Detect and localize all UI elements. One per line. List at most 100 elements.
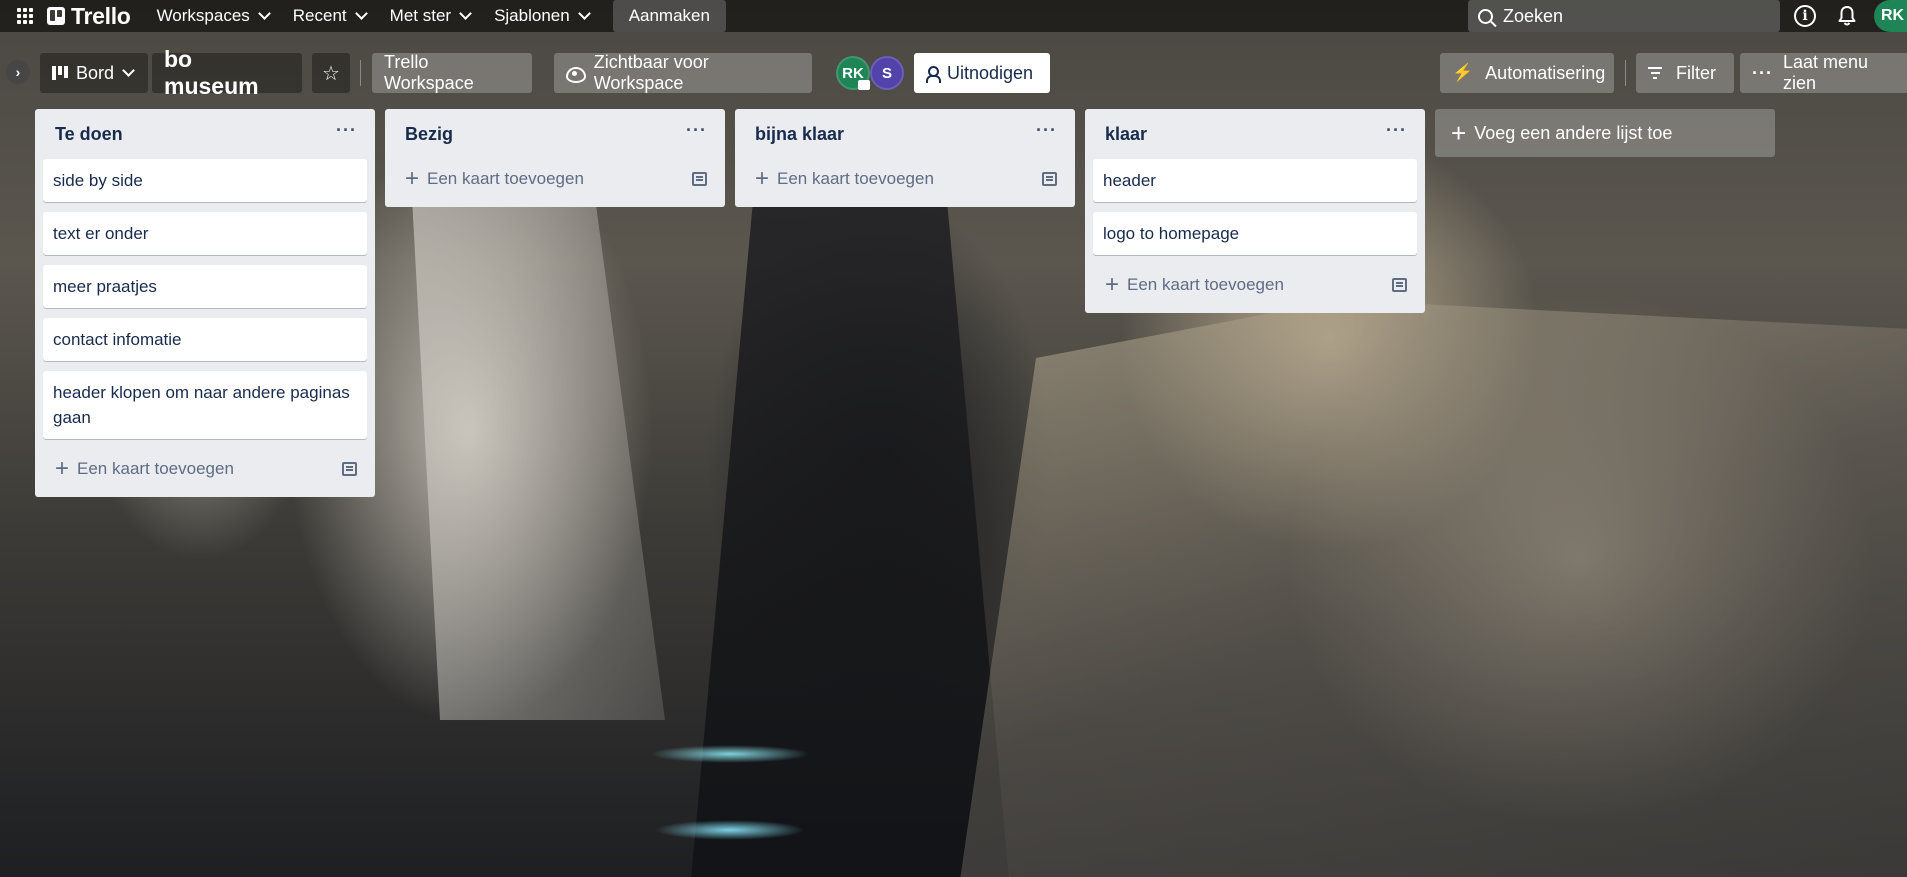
nav-starred-label: Met ster [389, 6, 452, 25]
board-title: bo museum [164, 46, 259, 99]
visibility-icon [566, 66, 586, 83]
list-header[interactable]: Te doen ··· [43, 109, 367, 159]
add-card-button[interactable]: + Een kaart toevoegen [1105, 273, 1284, 297]
filter-button[interactable]: Filter [1636, 53, 1734, 93]
add-card-button[interactable]: + Een kaart toevoegen [55, 457, 234, 481]
search-box[interactable] [1468, 0, 1780, 32]
search-input[interactable] [1503, 5, 1763, 27]
chevron-down-icon [459, 7, 472, 20]
chevron-down-icon [577, 7, 591, 20]
board-title-button[interactable]: bo museum [152, 46, 302, 99]
add-card-row: + Een kaart toevoegen [1093, 265, 1417, 305]
add-card-row: + Een kaart toevoegen [393, 159, 717, 199]
add-card-button[interactable]: + Een kaart toevoegen [755, 167, 934, 191]
plus-icon: + [755, 165, 770, 192]
add-card-button[interactable]: + Een kaart toevoegen [405, 167, 584, 191]
header-separator [360, 60, 361, 86]
list-actions-icon[interactable]: ··· [336, 120, 357, 141]
lightning-icon: ⚡ [1452, 63, 1474, 82]
filter-icon [1648, 67, 1662, 79]
nav-templates-menu[interactable]: Sjablonen [482, 0, 601, 32]
chevron-down-icon [354, 7, 368, 20]
chevron-down-icon [122, 64, 135, 77]
chevron-down-icon [257, 7, 271, 20]
member-avatar-s[interactable]: S [870, 56, 904, 90]
star-icon: ☆ [322, 62, 340, 85]
nav-starred-menu[interactable]: Met ster [378, 0, 482, 32]
account-avatar[interactable]: RK [1874, 0, 1907, 32]
card[interactable]: text er onder [43, 212, 367, 255]
card[interactable]: logo to homepage [1093, 212, 1417, 255]
add-card-row: + Een kaart toevoegen [743, 159, 1067, 199]
more-dots-icon: ··· [1752, 62, 1773, 83]
search-icon [1478, 8, 1493, 24]
add-card-label: Een kaart toevoegen [1127, 275, 1284, 294]
add-list-button[interactable]: + Voeg een andere lijst toe [1435, 109, 1775, 157]
list-actions-icon[interactable]: ··· [1386, 120, 1407, 141]
add-card-row: + Een kaart toevoegen [43, 449, 367, 489]
nav-workspaces-menu[interactable]: Workspaces [145, 0, 281, 32]
board-header: › Bord bo museum ☆ Trello Workspace Zich… [0, 46, 1907, 99]
star-board-button[interactable]: ☆ [312, 53, 350, 93]
list-header[interactable]: klaar ··· [1093, 109, 1417, 159]
nav-workspaces-label: Workspaces [156, 6, 250, 25]
create-from-template-icon[interactable] [1042, 172, 1057, 186]
list-title[interactable]: Te doen [55, 124, 123, 145]
create-from-template-icon[interactable] [1392, 278, 1407, 292]
list-actions-icon[interactable]: ··· [686, 120, 707, 141]
app-switcher-icon[interactable] [9, 0, 41, 32]
visibility-button[interactable]: Zichtbaar voor Workspace [554, 52, 812, 93]
visibility-label: Zichtbaar voor Workspace [593, 52, 709, 93]
show-menu-button[interactable]: ··· Laat menu zien [1740, 52, 1907, 93]
workspace-button[interactable]: Trello Workspace [372, 52, 532, 93]
create-from-template-icon[interactable] [342, 462, 357, 476]
list-title[interactable]: Bezig [405, 124, 453, 145]
nav-recent-label: Recent [292, 6, 347, 25]
add-list-label: Voeg een andere lijst toe [1474, 122, 1673, 143]
list-te-doen: Te doen ··· side by side text er onder m… [35, 109, 375, 497]
member-initials: RK [842, 64, 864, 82]
card[interactable]: header [1093, 159, 1417, 202]
list-title[interactable]: bijna klaar [755, 124, 844, 145]
automation-button[interactable]: ⚡ Automatisering [1440, 53, 1614, 93]
admin-badge-icon [858, 80, 870, 90]
create-from-template-icon[interactable] [692, 172, 707, 186]
add-card-label: Een kaart toevoegen [427, 169, 584, 188]
list-klaar: klaar ··· header logo to homepage + Een … [1085, 109, 1425, 313]
list-header[interactable]: bijna klaar ··· [743, 109, 1067, 159]
info-icon[interactable]: i [1794, 5, 1816, 27]
invite-button[interactable]: Uitnodigen [914, 53, 1050, 93]
workspace-label: Trello Workspace [384, 52, 474, 93]
add-card-label: Een kaart toevoegen [77, 459, 234, 478]
notifications-bell-icon[interactable] [1838, 6, 1856, 26]
invite-label: Uitnodigen [947, 62, 1034, 83]
list-header[interactable]: Bezig ··· [393, 109, 717, 159]
header-separator [1625, 60, 1626, 86]
trello-logo-icon [47, 7, 65, 25]
nav-recent-menu[interactable]: Recent [281, 0, 378, 32]
background-boat-light [655, 820, 805, 840]
trello-logo[interactable]: Trello [47, 3, 131, 30]
automation-label: Automatisering [1485, 62, 1606, 83]
plus-icon: + [55, 455, 70, 482]
list-title[interactable]: klaar [1105, 124, 1147, 145]
add-member-icon [926, 66, 941, 83]
board-view-icon [52, 66, 68, 80]
board-view-switcher[interactable]: Bord [40, 53, 148, 93]
list-bijna-klaar: bijna klaar ··· + Een kaart toevoegen [735, 109, 1075, 207]
trello-logo-text: Trello [71, 2, 131, 29]
card[interactable]: meer praatjes [43, 265, 367, 308]
sidebar-expand-button[interactable]: › [6, 60, 30, 84]
background-rock-right [960, 300, 1907, 877]
card[interactable]: side by side [43, 159, 367, 202]
nav-templates-label: Sjablonen [494, 6, 570, 25]
member-avatar-rk[interactable]: RK [836, 56, 870, 90]
card[interactable]: contact infomatie [43, 318, 367, 361]
board-view-label: Bord [76, 62, 115, 83]
card[interactable]: header klopen om naar andere paginas gaa… [43, 371, 367, 439]
plus-icon: + [1105, 271, 1120, 298]
background-boat-light [650, 745, 810, 763]
create-button[interactable]: Aanmaken [612, 0, 726, 32]
list-actions-icon[interactable]: ··· [1036, 120, 1057, 141]
top-navigation-bar: Trello Workspaces Recent Met ster Sjablo… [0, 0, 1907, 32]
